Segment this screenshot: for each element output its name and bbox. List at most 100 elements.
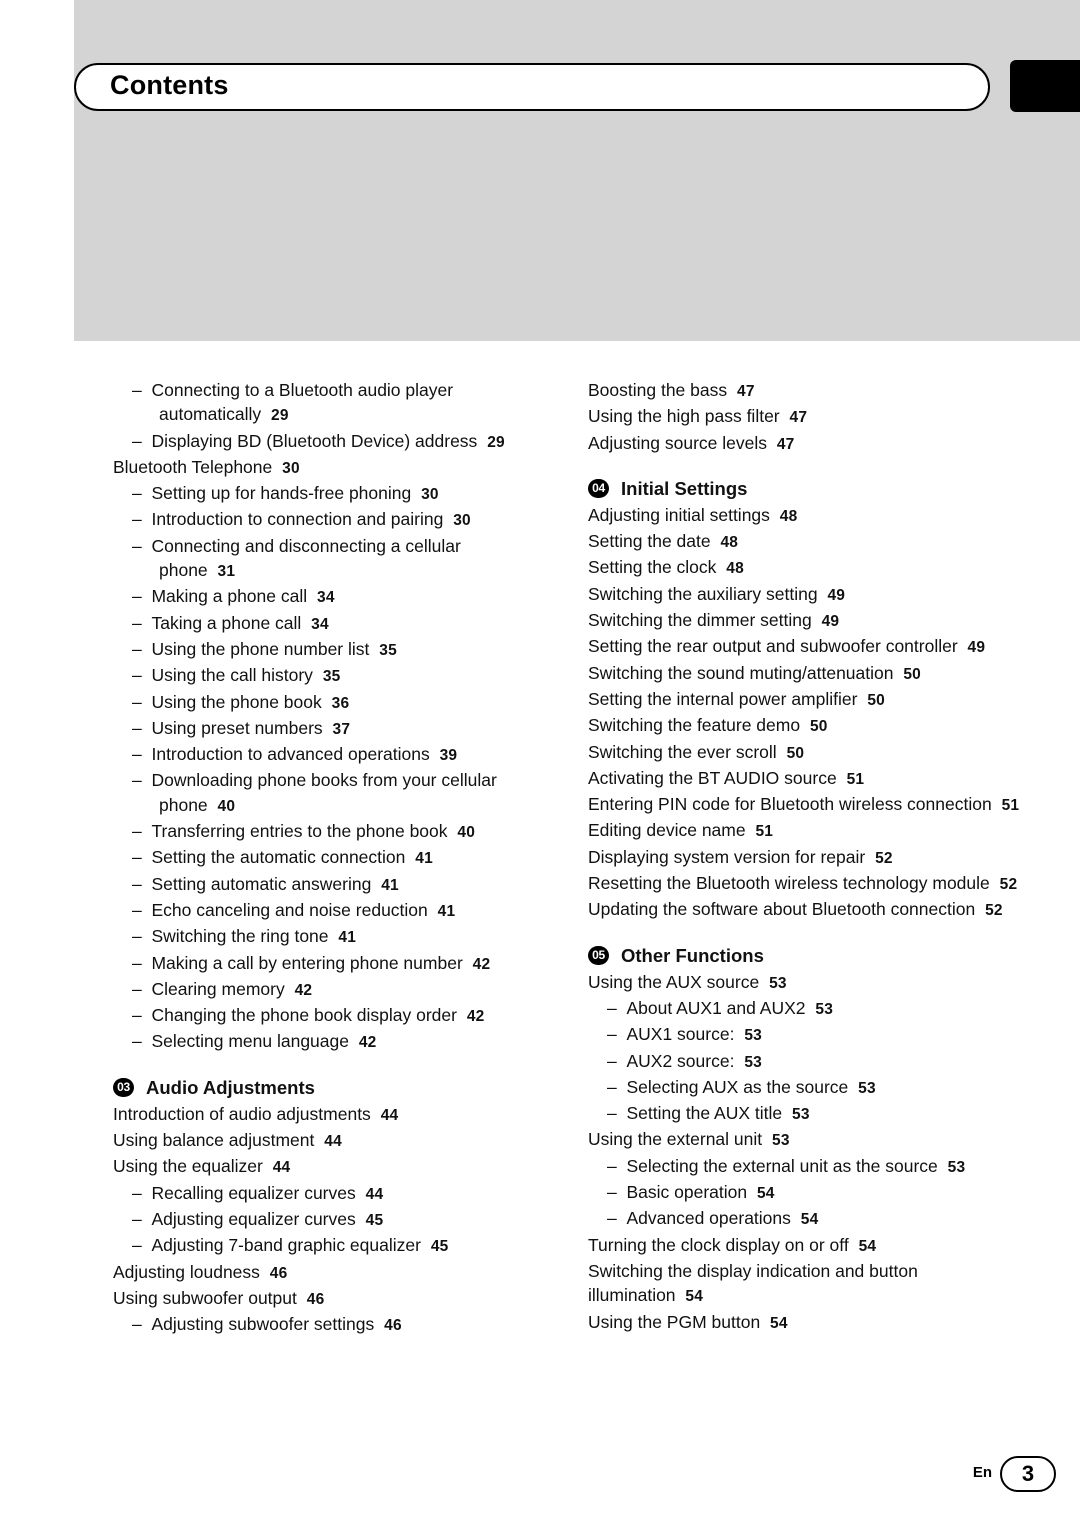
toc-entry[interactable]: – Basic operation 54 [588,1180,1028,1206]
toc-entry[interactable]: Switching the feature demo 50 [588,713,1028,739]
toc-entry[interactable]: – Downloading phone books from your cell… [113,768,533,819]
toc-entry[interactable]: Using the equalizer 44 [113,1154,533,1180]
toc-entry[interactable]: – Using the phone number list 35 [113,637,533,663]
entry-page-number: 37 [332,720,351,738]
toc-entry[interactable]: Entering PIN code for Bluetooth wireless… [588,792,1028,818]
toc-entry[interactable]: Adjusting source levels 47 [588,431,1028,457]
entry-page-number: 49 [827,586,846,604]
toc-entry[interactable]: Switching the sound muting/attenuation 5… [588,661,1028,687]
entry-label: Switching the ring tone [151,926,329,947]
toc-entry[interactable]: – About AUX1 and AUX2 53 [588,996,1028,1022]
toc-entry[interactable]: Resetting the Bluetooth wireless technol… [588,871,1028,897]
entry-page-number: 53 [858,1079,876,1097]
toc-entry[interactable]: Adjusting initial settings 48 [588,503,1028,529]
entry-label: Taking a phone call [151,612,302,633]
toc-entry[interactable]: – Setting up for hands-free phoning 30 [113,481,533,507]
toc-entry[interactable]: – Introduction to advanced operations 39 [113,742,533,768]
entry-page-number: 41 [415,850,433,868]
toc-entry[interactable]: Setting the rear output and subwoofer co… [588,634,1028,660]
toc-entry[interactable]: – Adjusting 7-band graphic equalizer 45 [113,1233,533,1259]
entry-dash: – [132,638,152,659]
toc-entry[interactable]: Using the external unit 53 [588,1127,1028,1153]
entry-dash: – [132,847,152,868]
toc-entry[interactable]: Boosting the bass 47 [588,378,1028,404]
section-title: Initial Settings [621,477,748,499]
toc-entry[interactable]: Switching the auxiliary setting 49 [588,582,1028,608]
entry-label: Using balance adjustment [113,1130,315,1151]
toc-entry[interactable]: – Adjusting subwoofer settings 46 [113,1312,533,1338]
toc-entry[interactable]: – Echo canceling and noise reduction 41 [113,898,533,924]
toc-entry[interactable]: – Transferring entries to the phone book… [113,819,533,845]
toc-entry[interactable]: – Making a phone call 34 [113,584,533,610]
toc-entry[interactable]: – Taking a phone call 34 [113,611,533,637]
toc-entry[interactable]: – Selecting the external unit as the sou… [588,1154,1028,1180]
entry-label: Clearing memory [151,978,285,999]
toc-entry[interactable]: Using the AUX source 53 [588,970,1028,996]
toc-entry[interactable]: Updating the software about Bluetooth co… [588,897,1028,923]
entry-page-number: 45 [430,1238,449,1256]
toc-entry[interactable]: Switching the display indication and but… [588,1259,1028,1310]
entry-page-number: 44 [380,1106,399,1124]
toc-entry[interactable]: – Recalling equalizer curves 44 [113,1181,533,1207]
toc-entry[interactable]: Using the PGM button 54 [588,1310,1028,1336]
entry-page-number: 51 [1001,797,1020,815]
toc-entry[interactable]: Turning the clock display on or off 54 [588,1233,1028,1259]
entry-dash: – [607,1103,627,1124]
entry-label: Resetting the Bluetooth wireless technol… [588,873,990,894]
entry-dash: – [132,586,152,607]
toc-entry[interactable]: Adjusting loudness 46 [113,1260,533,1286]
entry-page-number: 42 [358,1034,377,1052]
toc-entry[interactable]: Introduction of audio adjustments 44 [113,1102,533,1128]
toc-entry[interactable]: – Setting the AUX title 53 [588,1101,1028,1127]
toc-entry[interactable]: Setting the internal power amplifier 50 [588,687,1028,713]
entry-label: Using the phone number list [151,638,370,659]
entry-page-number: 31 [217,563,236,581]
toc-entry[interactable]: – Selecting AUX as the source 53 [588,1075,1028,1101]
toc-section-heading[interactable]: 05 Other Functions [588,943,1028,969]
toc-entry[interactable]: Switching the ever scroll 50 [588,740,1028,766]
toc-entry[interactable]: – Connecting and disconnecting a cellula… [113,534,533,585]
toc-entry[interactable]: Displaying system version for repair 52 [588,845,1028,871]
toc-entry[interactable]: – Advanced operations 54 [588,1206,1028,1232]
toc-entry[interactable]: Using subwoofer output 46 [113,1286,533,1312]
entry-page-number: 29 [487,433,505,451]
toc-entry[interactable]: – Setting automatic answering 41 [113,872,533,898]
toc-entry[interactable]: Setting the date 48 [588,529,1028,555]
entry-page-number: 44 [365,1185,384,1203]
toc-entry[interactable]: – AUX2 source: 53 [588,1049,1028,1075]
toc-entry[interactable]: Switching the dimmer setting 49 [588,608,1028,634]
entry-label: Using the AUX source [588,971,760,992]
toc-entry[interactable]: Bluetooth Telephone 30 [113,455,533,481]
toc-entry[interactable]: – Switching the ring tone 41 [113,924,533,950]
entry-page-number: 54 [685,1288,704,1306]
toc-entry[interactable]: – Displaying BD (Bluetooth Device) addre… [113,429,533,455]
toc-entry[interactable]: Setting the clock 48 [588,555,1028,581]
toc-entry[interactable]: – Making a call by entering phone number… [113,951,533,977]
entry-label: Setting the date [588,531,711,552]
toc-entry[interactable]: – Adjusting equalizer curves 45 [113,1207,533,1233]
toc-entry[interactable]: Using the high pass filter 47 [588,404,1028,430]
entry-page-number: 29 [271,407,289,425]
toc-entry[interactable]: – Changing the phone book display order … [113,1003,533,1029]
toc-entry[interactable]: – Setting the automatic connection 41 [113,845,533,871]
toc-entry[interactable]: – Using preset numbers 37 [113,716,533,742]
toc-section-heading[interactable]: 04 Initial Settings [588,476,1028,502]
entry-dash: – [607,1155,627,1176]
toc-entry[interactable]: – Using the phone book 36 [113,690,533,716]
toc-entry[interactable]: Activating the BT AUDIO source 51 [588,766,1028,792]
toc-entry[interactable]: – Connecting to a Bluetooth audio player… [113,378,533,429]
toc-entry[interactable]: – Clearing memory 42 [113,977,533,1003]
entry-page-number: 42 [294,981,313,999]
entry-page-number: 41 [437,902,456,920]
toc-section-heading[interactable]: 03 Audio Adjustments [113,1075,533,1101]
toc-entry[interactable]: Using balance adjustment 44 [113,1128,533,1154]
entry-dash: – [132,952,152,973]
toc-entry[interactable]: Editing device name 51 [588,818,1028,844]
entry-page-number: 44 [272,1159,291,1177]
toc-entry[interactable]: – Selecting menu language 42 [113,1029,533,1055]
toc-entry[interactable]: – Introduction to connection and pairing… [113,507,533,533]
toc-entry[interactable]: – AUX1 source: 53 [588,1022,1028,1048]
entry-dash: – [132,1314,152,1335]
toc-entry[interactable]: – Using the call history 35 [113,663,533,689]
entry-page-number: 45 [365,1211,384,1229]
